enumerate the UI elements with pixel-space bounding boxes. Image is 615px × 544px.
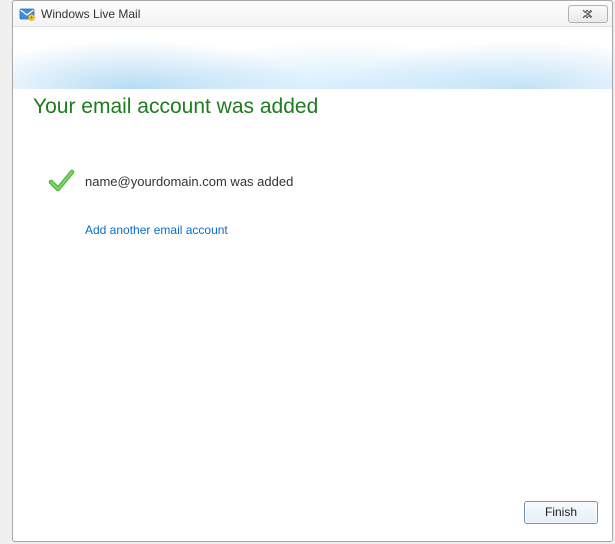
close-button[interactable]: [568, 5, 608, 23]
content-area: Your email account was added name@yourdo…: [13, 89, 612, 493]
close-icon: [578, 9, 598, 19]
checkmark-icon: [47, 167, 75, 195]
finish-button[interactable]: Finish: [524, 501, 598, 524]
footer: Finish: [13, 493, 612, 541]
status-message: name@yourdomain.com was added: [85, 174, 293, 189]
mail-app-icon: [19, 6, 35, 22]
window-title: Windows Live Mail: [41, 7, 568, 21]
page-heading: Your email account was added: [33, 95, 592, 119]
titlebar: Windows Live Mail: [13, 1, 612, 27]
add-another-account-link[interactable]: Add another email account: [85, 223, 228, 237]
status-row: name@yourdomain.com was added: [47, 167, 592, 195]
header-banner: [13, 27, 612, 89]
dialog-window: Windows Live Mail Your email account was…: [12, 0, 613, 542]
